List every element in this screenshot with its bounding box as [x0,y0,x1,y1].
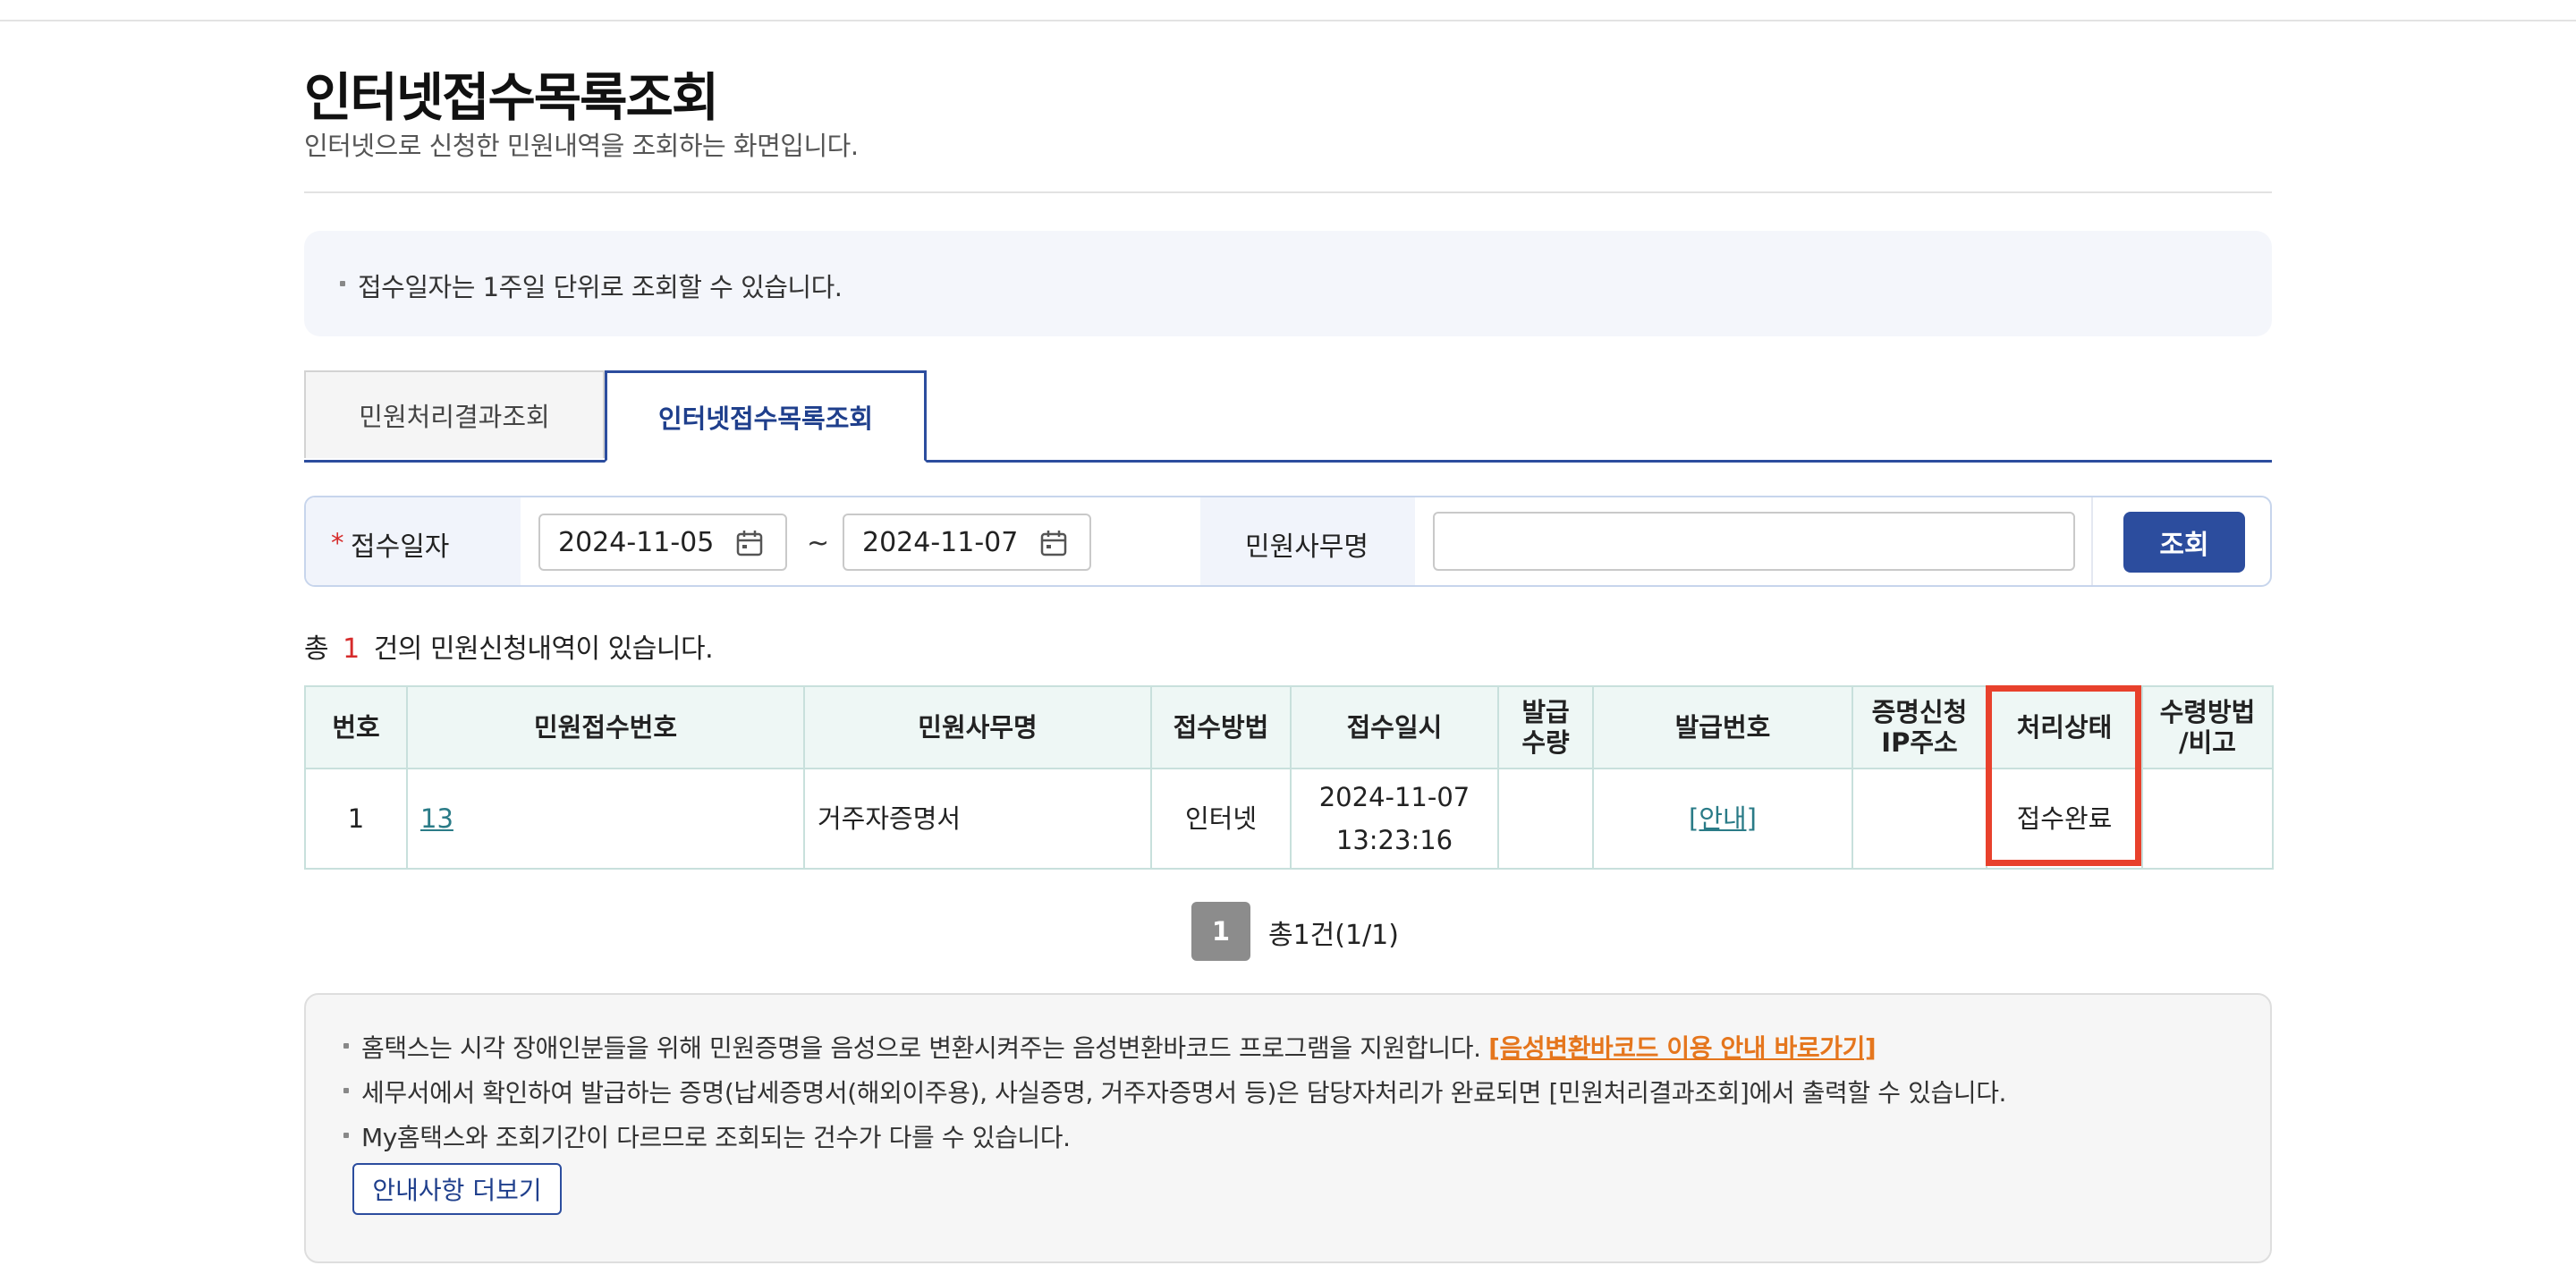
top-border [0,0,2576,21]
cell-no: 1 [304,768,408,870]
calendar-icon[interactable] [1039,529,1068,557]
count-number: 1 [343,633,360,665]
page-subtitle: 인터넷으로 신청한 민원내역을 조회하는 화면입니다. [304,131,859,161]
bullet-icon [340,281,345,286]
count-suffix: 건의 민원신청내역이 있습니다. [373,633,714,665]
date-label: 접수일자 [351,531,450,563]
cell-ip [1852,768,1987,870]
cell-method: 인터넷 [1150,768,1292,870]
service-name-label: 민원사무명 [1245,531,1368,563]
col-header-qty: 발급 수량 [1497,685,1594,769]
receipt-no-link[interactable]: 13 [420,803,453,834]
cell-received-at: 2024-11-07 13:23:16 [1290,768,1499,870]
more-info-button[interactable]: 안내사항 더보기 [352,1163,562,1215]
cell-service-name: 거주자증명서 [803,768,1152,870]
service-name-label-cell: 민원사무명 [1200,497,1415,585]
issue-info-link[interactable]: [안내] [1689,803,1757,834]
col-header-receive: 수령방법/비고 [2141,685,2274,769]
col-header-service-name: 민원사무명 [803,685,1152,769]
search-form: * 접수일자 2024-11-05 ~ 2024-11-07 민원사무명 조회 [304,496,2272,587]
info-line-2: 세무서에서 확인하여 발급하는 증명(납세증명서(해외이주용), 사실증명, 거… [361,1078,2007,1108]
col-header-no: 번호 [304,685,408,769]
col-header-ip: 증명신청 IP주소 [1852,685,1987,769]
table-row: 1 13 거주자증명서 인터넷 2024-11-07 13:23:16 [안내] … [304,768,2274,870]
bullet-icon [343,1043,349,1049]
notice-box: 접수일자는 1주일 단위로 조회할 수 있습니다. [304,231,2272,336]
voice-barcode-link[interactable]: [음성변환바코드 이용 안내 바로가기] [1488,1033,1877,1063]
col-header-issue-no: 발급번호 [1592,685,1853,769]
col-header-method: 접수방법 [1150,685,1292,769]
pagination-summary: 총1건(1/1) [1268,920,1399,951]
cell-issue-no: [안내] [1592,768,1853,870]
result-count: 총 1 건의 민원신청내역이 있습니다. [304,626,714,666]
results-table: 번호 민원접수번호 민원사무명 접수방법 접수일시 발급 수량 발급번호 증명신청… [304,685,2274,870]
tab-internet-receipt-list[interactable]: 인터넷접수목록조회 [605,370,927,463]
tab-bar: 민원처리결과조회 인터넷접수목록조회 [304,370,2272,463]
cell-qty [1497,768,1594,870]
bullet-icon [343,1088,349,1093]
date-to-field[interactable]: 2024-11-07 [843,514,1091,571]
tab-result-inquiry[interactable]: 민원처리결과조회 [304,370,605,458]
date-from-field[interactable]: 2024-11-05 [538,514,787,571]
service-name-input[interactable] [1433,512,2075,571]
divider [304,191,2272,193]
col-header-receipt-no: 민원접수번호 [406,685,805,769]
info-box: 홈택스는 시각 장애인분들을 위해 민원증명을 음성으로 변환시켜주는 음성변환… [304,993,2272,1263]
info-line-3: My홈택스와 조회기간이 다르므로 조회되는 건수가 다를 수 있습니다. [361,1123,1071,1152]
date-separator: ~ [807,528,830,559]
page-title: 인터넷접수목록조회 [304,67,719,128]
notice-text: 접수일자는 1주일 단위로 조회할 수 있습니다. [358,272,843,302]
date-from-value: 2024-11-05 [558,527,715,558]
required-mark: * [331,528,344,558]
calendar-icon[interactable] [735,529,764,557]
status-highlight-box [1986,685,2141,866]
divider [2091,497,2093,585]
table-header-row: 번호 민원접수번호 민원사무명 접수방법 접수일시 발급 수량 발급번호 증명신청… [304,685,2274,769]
col-header-received-at: 접수일시 [1290,685,1499,769]
info-line-1: 홈택스는 시각 장애인분들을 위해 민원증명을 음성으로 변환시켜주는 음성변환… [361,1033,1877,1063]
cell-receive [2141,768,2274,870]
page-button-current[interactable]: 1 [1191,902,1250,961]
search-button[interactable]: 조회 [2123,512,2245,573]
date-label-cell: * 접수일자 [306,497,521,585]
count-prefix: 총 [304,633,329,665]
bullet-icon [343,1133,349,1138]
cell-receipt-no: 13 [406,768,805,870]
date-to-value: 2024-11-07 [862,527,1019,558]
